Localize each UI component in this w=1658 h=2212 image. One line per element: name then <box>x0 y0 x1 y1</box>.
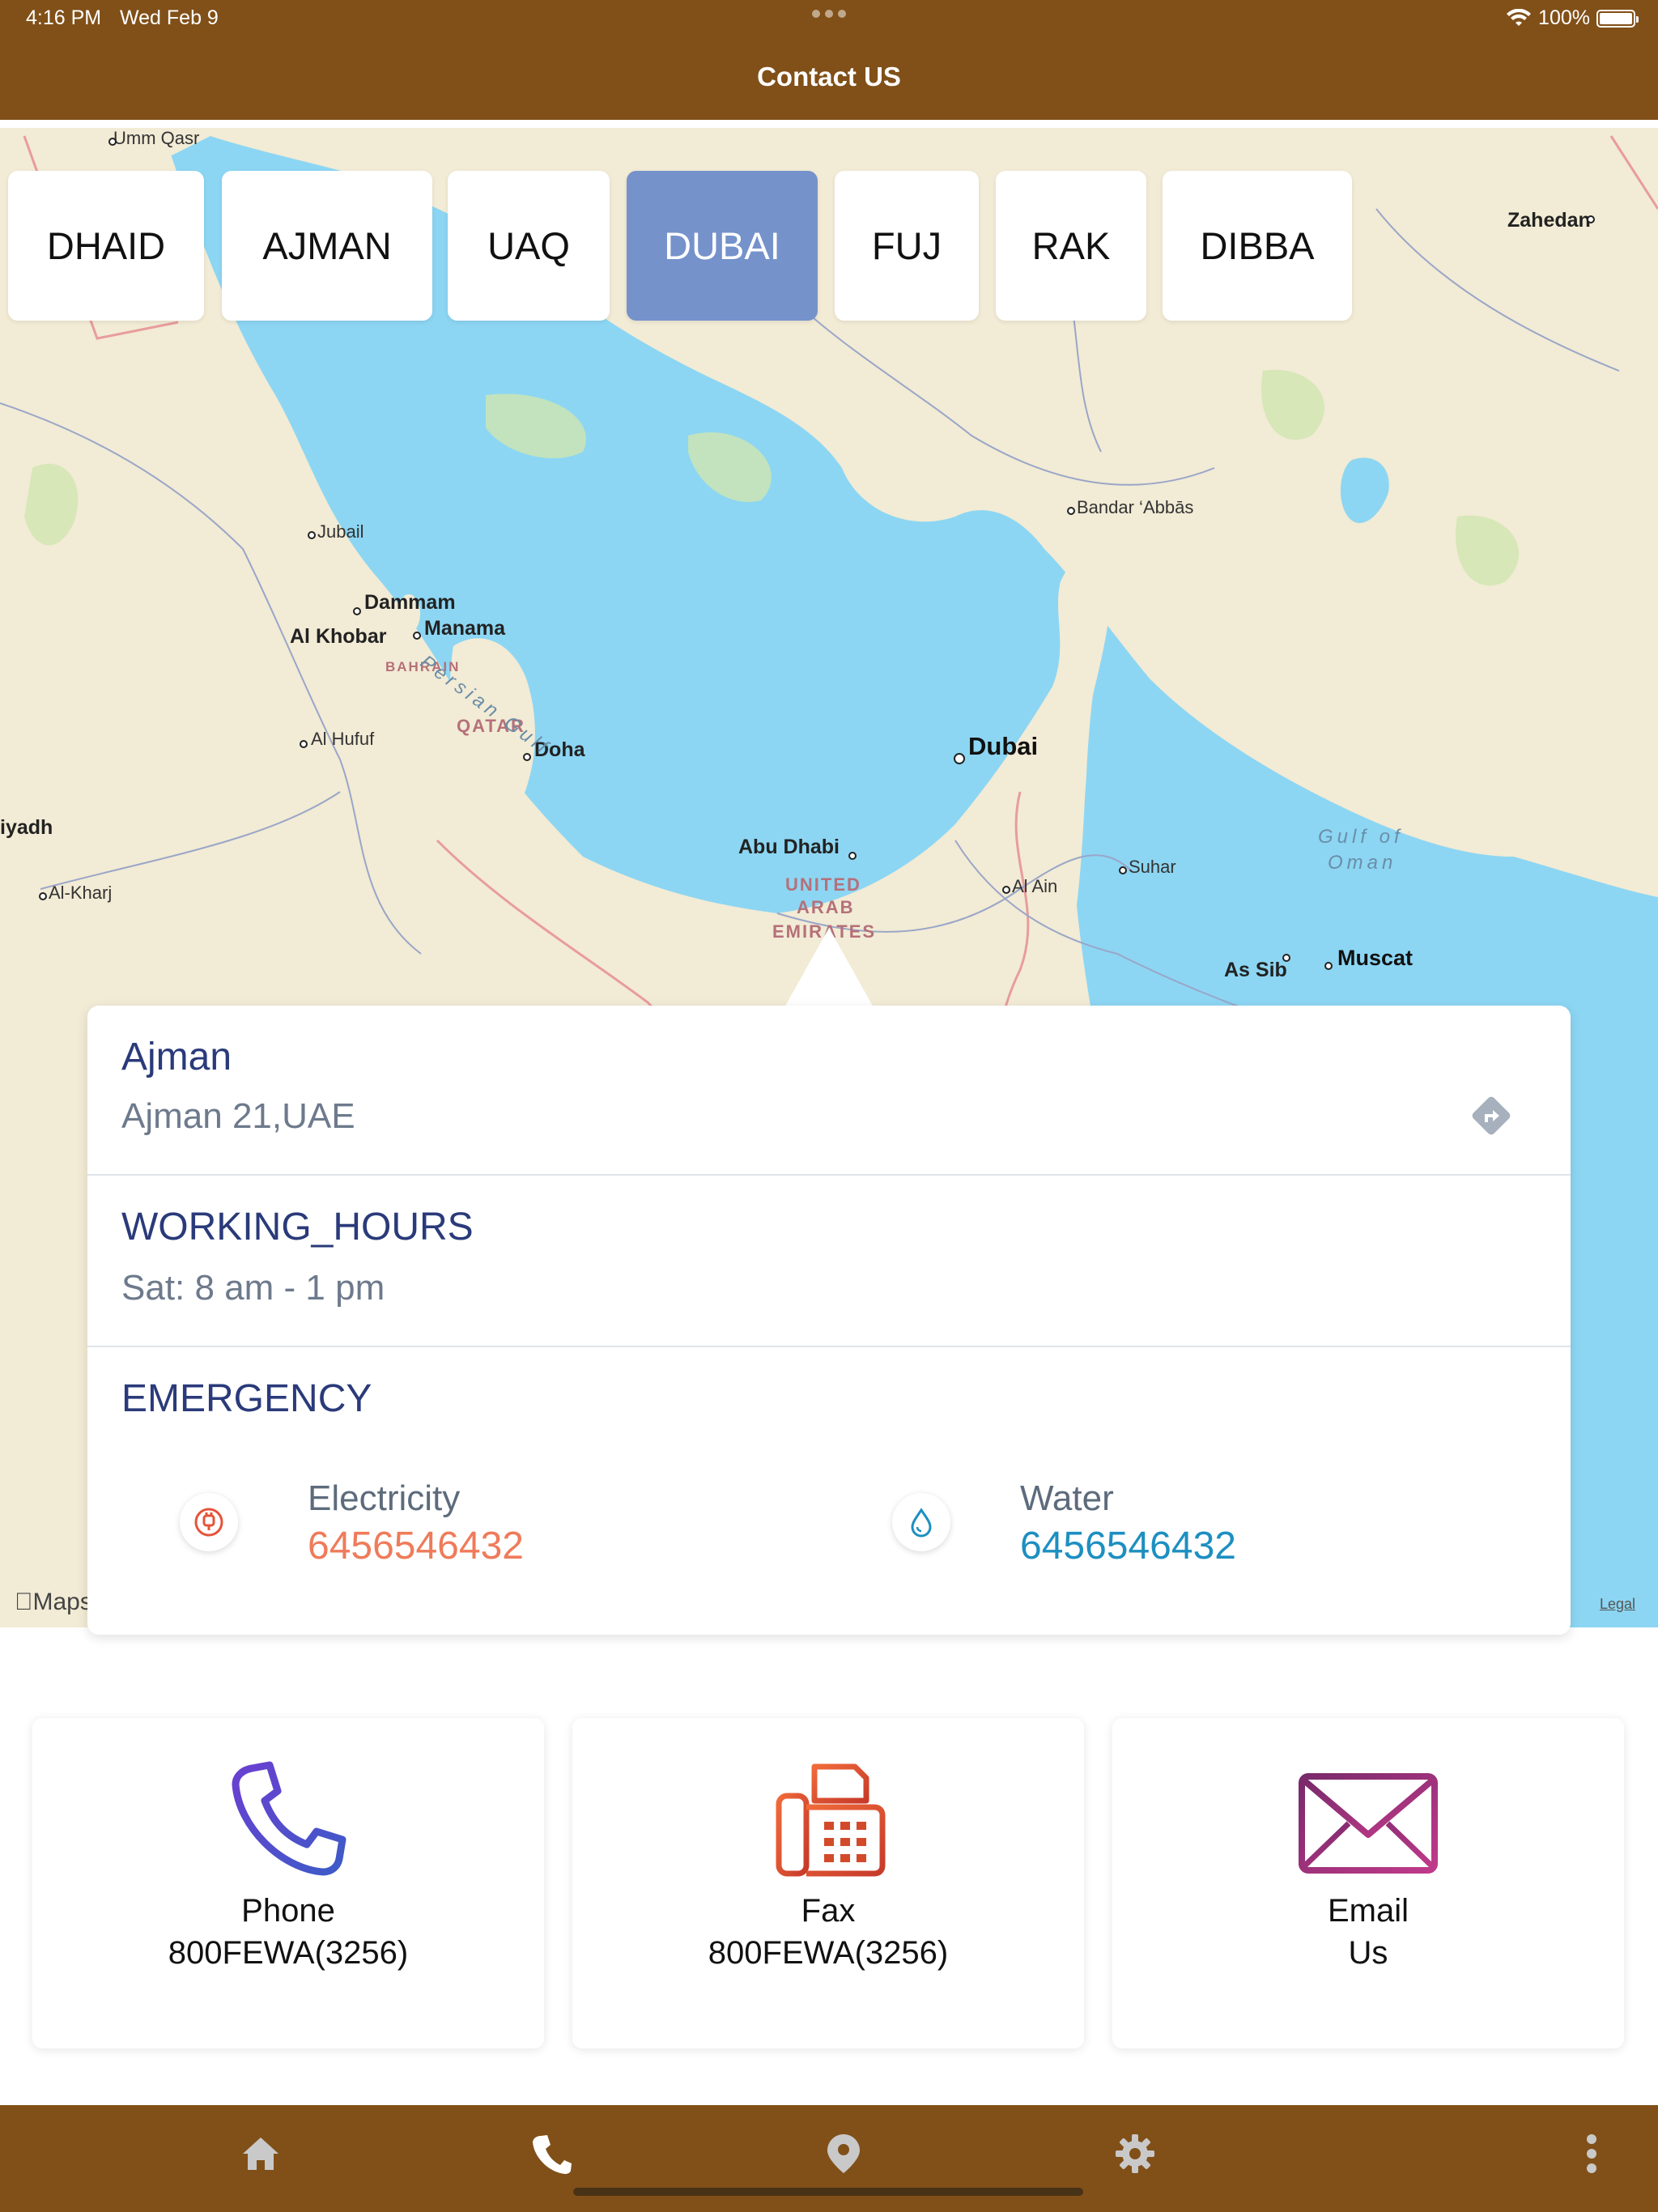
envelope-icon <box>1299 1773 1438 1874</box>
map-marker-muscat <box>1324 962 1333 970</box>
working-hours-title: WORKING_HOURS <box>121 1206 474 1249</box>
home-icon <box>243 2138 278 2170</box>
map-marker-bandar-abbas <box>1067 507 1075 515</box>
map-marker-as-sib <box>1282 954 1290 962</box>
map-label-muscat: Muscat <box>1337 946 1414 970</box>
phone-card[interactable]: Phone 800FEWA(3256) <box>32 1718 544 2048</box>
map-label-abu-dhabi: Abu Dhabi <box>738 836 840 858</box>
location-address: Ajman 21,UAE <box>121 1096 355 1136</box>
nav-contact[interactable] <box>528 2129 576 2178</box>
emergency-title: EMERGENCY <box>121 1377 372 1420</box>
emergency-section: EMERGENCY Electricity 6456546432 Water 6… <box>87 1347 1571 1635</box>
map-marker-al-hufuf <box>300 740 308 748</box>
battery-icon <box>1596 9 1639 28</box>
electricity-icon <box>180 1493 238 1551</box>
bottom-navigation <box>0 2105 1658 2212</box>
status-time: 4:16 PM <box>26 6 102 29</box>
phone-label: Phone <box>241 1893 335 1929</box>
fax-label: Fax <box>801 1893 856 1929</box>
map-marker-al-kharj <box>39 892 47 900</box>
tab-fuj[interactable]: FUJ <box>835 171 979 321</box>
maps-attribution: Maps <box>15 1589 92 1615</box>
email-label: Email <box>1327 1893 1409 1929</box>
location-info-card: Ajman Ajman 21,UAE WORKING_HOURS Sat: 8 … <box>87 1006 1571 1635</box>
battery-percent: 100% <box>1538 6 1590 29</box>
tab-ajman[interactable]: AJMAN <box>222 171 432 321</box>
email-value: Us <box>1348 1935 1388 1971</box>
location-pin-icon <box>827 2134 860 2173</box>
water-label: Water <box>1020 1478 1114 1518</box>
map-marker-jubail <box>308 531 316 539</box>
map-label-dubai: Dubai <box>968 732 1039 760</box>
map-label-uae-1: UNITED <box>785 874 861 895</box>
map-label-al-khobar: Al Khobar <box>290 625 387 648</box>
map-marker-doha <box>523 753 531 761</box>
map-marker-dammam <box>353 607 361 615</box>
email-card[interactable]: Email Us <box>1112 1718 1624 2048</box>
tab-dhaid[interactable]: DHAID <box>8 171 204 321</box>
multitasking-dots-icon[interactable] <box>810 10 848 19</box>
working-hours-section: WORKING_HOURS Sat: 8 am - 1 pm <box>87 1176 1571 1347</box>
electricity-number[interactable]: 6456546432 <box>308 1524 524 1568</box>
status-right: 100% <box>1506 6 1639 30</box>
home-indicator[interactable] <box>573 2188 1083 2196</box>
nav-more[interactable] <box>1567 2129 1616 2178</box>
map-marker-al-ain <box>1002 886 1010 894</box>
map-marker-suhar <box>1119 866 1127 874</box>
tab-rak[interactable]: RAK <box>996 171 1146 321</box>
map-label-gulf-of-oman-2: Oman <box>1328 852 1397 874</box>
map-label-jubail: Jubail <box>317 521 364 542</box>
more-vertical-icon <box>1587 2134 1596 2173</box>
tab-dubai[interactable]: DUBAI <box>627 171 818 321</box>
map-marker-manama <box>413 632 421 640</box>
electricity-label: Electricity <box>308 1478 461 1518</box>
tab-dibba[interactable]: DIBBA <box>1163 171 1352 321</box>
map-label-manama: Manama <box>424 617 506 640</box>
map-label-umm-qasr: Umm Qasr <box>113 128 200 148</box>
callout-pointer <box>784 928 874 1009</box>
nav-settings[interactable] <box>1111 2129 1159 2178</box>
map-label-al-kharj: Al-Kharj <box>49 883 113 903</box>
map-label-uae-2: ARAB <box>797 897 855 917</box>
map-label-zahedan: Zahedan <box>1507 209 1591 232</box>
location-name: Ajman <box>121 1036 232 1078</box>
directions-icon[interactable] <box>1469 1093 1514 1138</box>
wifi-icon <box>1507 8 1532 26</box>
location-section: Ajman Ajman 21,UAE <box>87 1006 1571 1176</box>
fax-value: 800FEWA(3256) <box>708 1935 949 1971</box>
map-label-gulf-of-oman-1: Gulf of <box>1318 826 1404 848</box>
map-marker-zahedan <box>1587 215 1595 223</box>
page-title: Contact US <box>757 62 901 91</box>
map-marker-umm-qasr <box>108 138 117 146</box>
map-marker-dubai[interactable] <box>954 753 965 764</box>
map-label-suhar: Suhar <box>1129 857 1176 877</box>
nav-home[interactable] <box>236 2129 285 2178</box>
map-label-bandar-abbas: Bandar ‘Abbās <box>1077 497 1194 517</box>
phone-value: 800FEWA(3256) <box>168 1935 409 1971</box>
phone-icon <box>533 2135 572 2174</box>
gear-icon <box>1116 2134 1154 2173</box>
top-bar: 4:16 PM Wed Feb 9 100% Contact US <box>0 0 1658 120</box>
status-date: Wed Feb 9 <box>120 6 219 29</box>
phone-icon <box>232 1761 346 1876</box>
water-number[interactable]: 6456546432 <box>1020 1524 1236 1568</box>
fax-card[interactable]: Fax 800FEWA(3256) <box>572 1718 1084 2048</box>
map-label-dammam: Dammam <box>364 591 456 614</box>
fax-icon <box>776 1763 886 1877</box>
legal-link[interactable]: Legal <box>1600 1596 1635 1613</box>
map-label-as-sib: As Sib <box>1224 959 1287 981</box>
map-label-al-ain: Al Ain <box>1012 876 1058 896</box>
map-label-riyadh: iyadh <box>0 816 53 839</box>
working-hours-value: Sat: 8 am - 1 pm <box>121 1268 385 1308</box>
water-drop-icon <box>892 1493 950 1551</box>
tab-uaq[interactable]: UAQ <box>448 171 610 321</box>
nav-location[interactable] <box>819 2129 868 2178</box>
map-marker-abu-dhabi <box>848 852 857 860</box>
map-label-al-hufuf: Al Hufuf <box>311 729 375 749</box>
